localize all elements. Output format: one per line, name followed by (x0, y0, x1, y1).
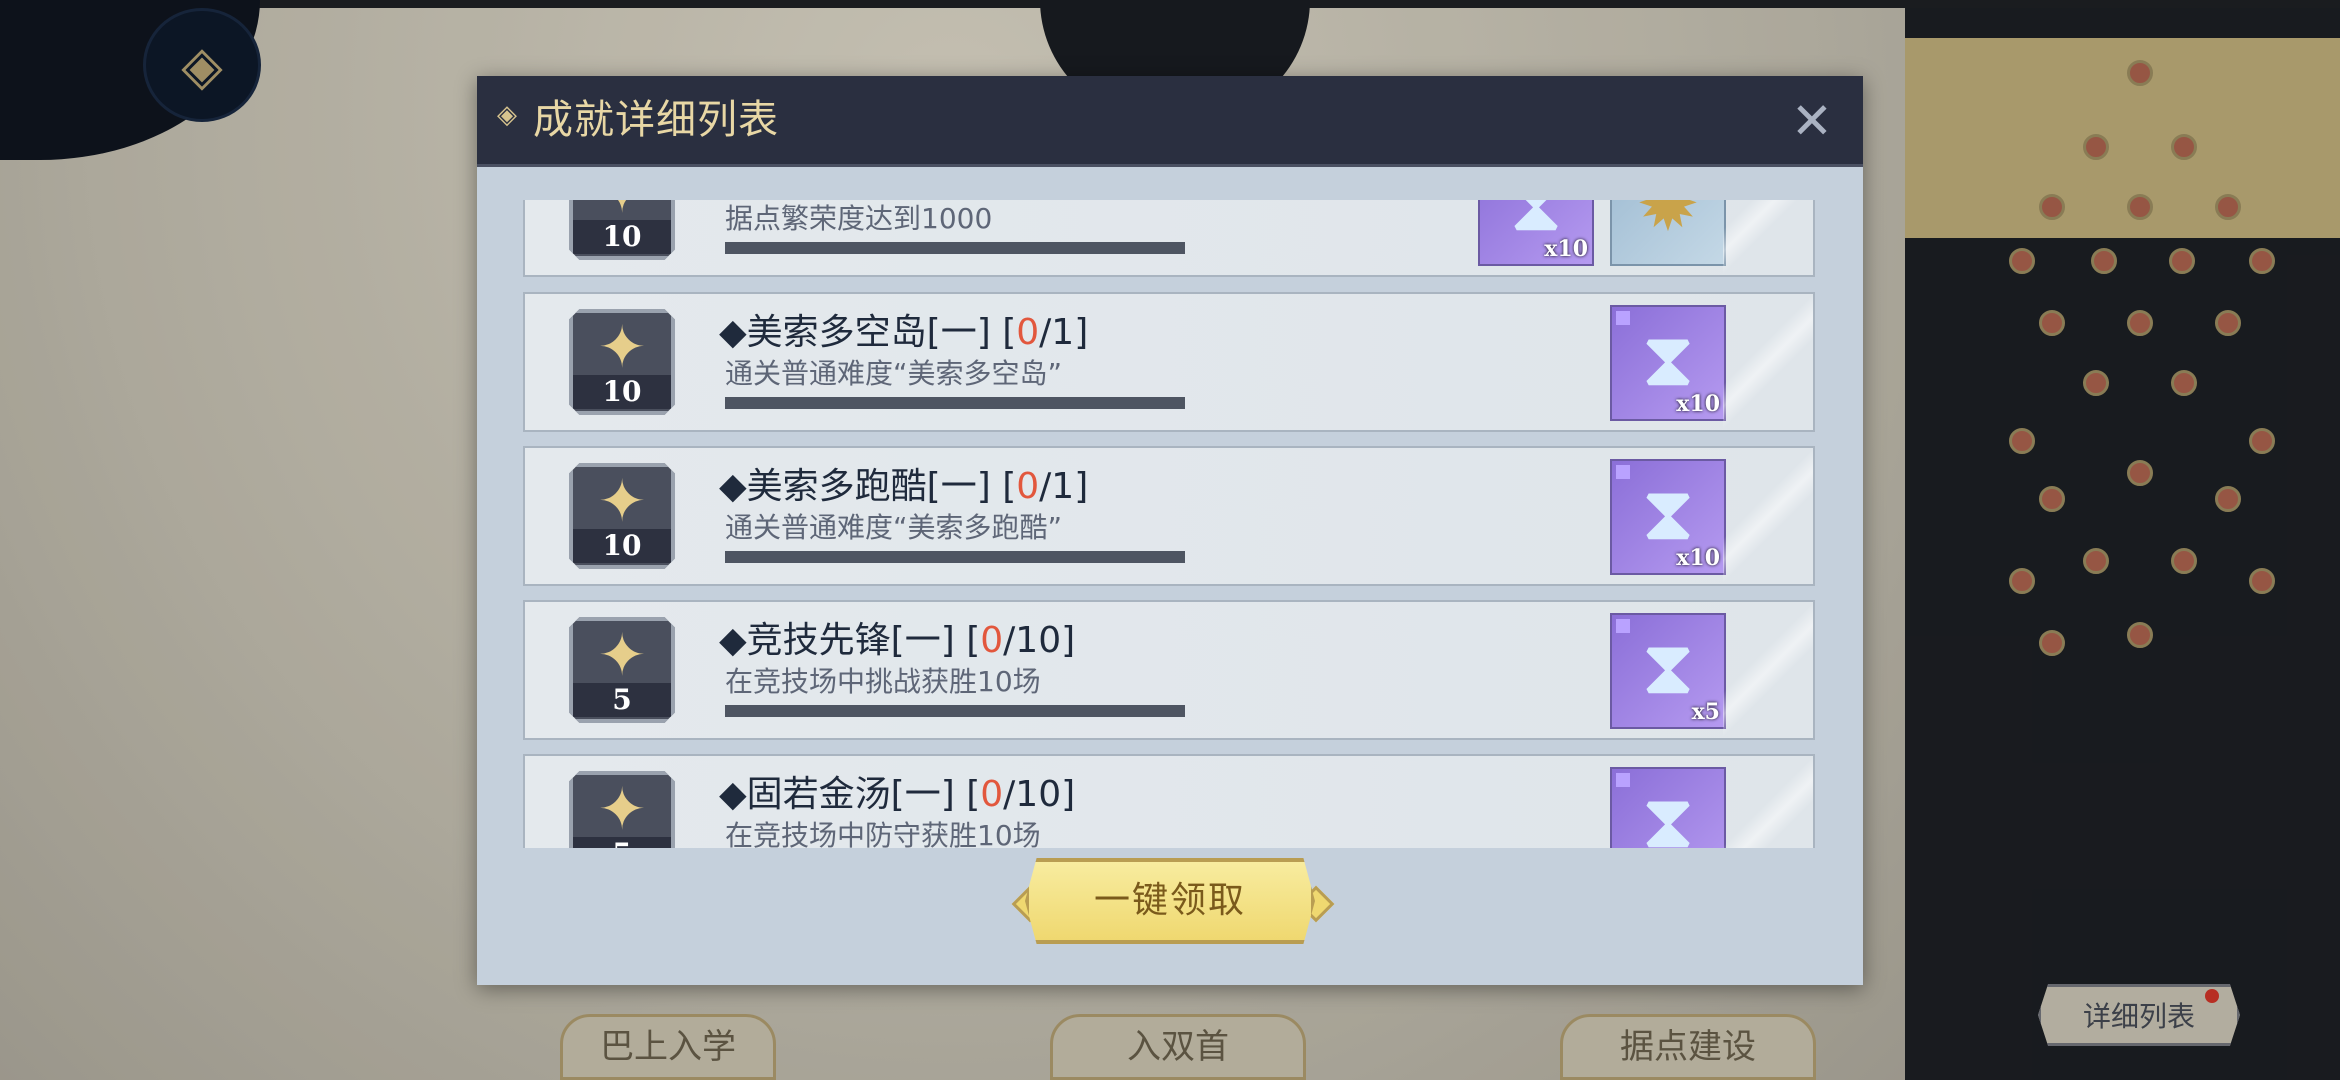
progress-current: 0 (980, 774, 1004, 815)
achievement-description: 通关普通难度“美索多空岛” (725, 357, 1063, 390)
reward-count: x10 (1544, 236, 1588, 262)
achievement-title: ◆美索多空岛[一] [0/1] (719, 312, 1089, 353)
diamond-icon: ◈ (497, 100, 517, 130)
achievement-item: ✦ 10 ◆美索多空岛[一] [0/1] 通关普通难度“美索多空岛” ⧗ x10 (523, 292, 1815, 432)
badge-points: 5 (573, 683, 671, 717)
reward-medal[interactable]: ✹ (1610, 200, 1726, 266)
achievement-description: 据点繁荣度达到1000 (725, 202, 993, 235)
achievement-item: ✦ 5 ◆固若金汤[一] [0/10] 在竞技场中防守获胜10场 ⧗ (523, 754, 1815, 848)
progress-bar (725, 551, 1185, 563)
reward-hourglass[interactable]: ⧗ x5 (1610, 613, 1726, 729)
achievement-description: 在竞技场中挑战获胜10场 (725, 665, 1041, 698)
reward-hourglass[interactable]: ⧗ x10 (1478, 200, 1594, 266)
badge-points: 10 (573, 220, 671, 254)
achievement-description: 在竞技场中防守获胜10场 (725, 819, 1041, 848)
reward-hourglass[interactable]: ⧗ x10 (1610, 459, 1726, 575)
progress-current: 0 (980, 620, 1004, 661)
claim-all-button[interactable]: 一键领取 (1025, 858, 1315, 944)
badge-icon: ✦ 10 (569, 463, 675, 569)
reward-count: x5 (1691, 699, 1720, 725)
star-icon: ✦ (597, 775, 647, 843)
reward-count: x10 (1676, 391, 1720, 417)
star-icon: ✦ (597, 467, 647, 535)
progress-current: 0 (1016, 312, 1040, 353)
achievement-item: ✦ 5 ◆竞技先锋[一] [0/10] 在竞技场中挑战获胜10场 ⧗ x5 (523, 600, 1815, 740)
dialog-title: 成就详细列表 (533, 97, 779, 143)
badge-icon: ✦ 10 (569, 200, 675, 260)
progress-bar (725, 705, 1185, 717)
achievement-item: ✦ 10 ◆美索多跑酷[一] [0/1] 通关普通难度“美索多跑酷” ⧗ x10 (523, 446, 1815, 586)
hourglass-icon: ⧗ (1641, 776, 1695, 848)
progress-bar (725, 242, 1185, 254)
reward-hourglass[interactable]: ⧗ (1610, 767, 1726, 848)
progress-current: 0 (1016, 466, 1040, 507)
badge-points: 5 (573, 837, 671, 848)
achievement-item: ✦ 10 据点繁荣度达到1000 ⧗ x10 ✹ (523, 200, 1815, 277)
star-icon: ✦ (597, 313, 647, 381)
badge-icon: ✦ 5 (569, 771, 675, 848)
badge-points: 10 (573, 375, 671, 409)
badge-icon: ✦ 10 (569, 309, 675, 415)
close-button[interactable]: ✕ (1783, 92, 1841, 150)
dialog-header: ◈ 成就详细列表 ✕ (477, 76, 1863, 167)
achievement-title: ◆美索多跑酷[一] [0/1] (719, 466, 1089, 507)
star-icon: ✦ (597, 621, 647, 689)
achievement-title: ◆竞技先锋[一] [0/10] (719, 620, 1076, 661)
achievement-list[interactable]: ✦ 10 据点繁荣度达到1000 ⧗ x10 ✹ ✦ 10 (477, 200, 1863, 848)
gear-medal-icon: ✹ (1636, 200, 1700, 248)
reward-count: x10 (1676, 545, 1720, 571)
achievement-description: 通关普通难度“美索多跑酷” (725, 511, 1063, 544)
progress-bar (725, 397, 1185, 409)
achievement-title: ◆固若金汤[一] [0/10] (719, 774, 1076, 815)
badge-points: 10 (573, 529, 671, 563)
close-icon: ✕ (1791, 92, 1833, 150)
badge-icon: ✦ 5 (569, 617, 675, 723)
reward-hourglass[interactable]: ⧗ x10 (1610, 305, 1726, 421)
achievement-dialog: ◈ 成就详细列表 ✕ ✦ 10 据点繁荣度达到1000 ⧗ x10 ✹ (477, 76, 1863, 985)
